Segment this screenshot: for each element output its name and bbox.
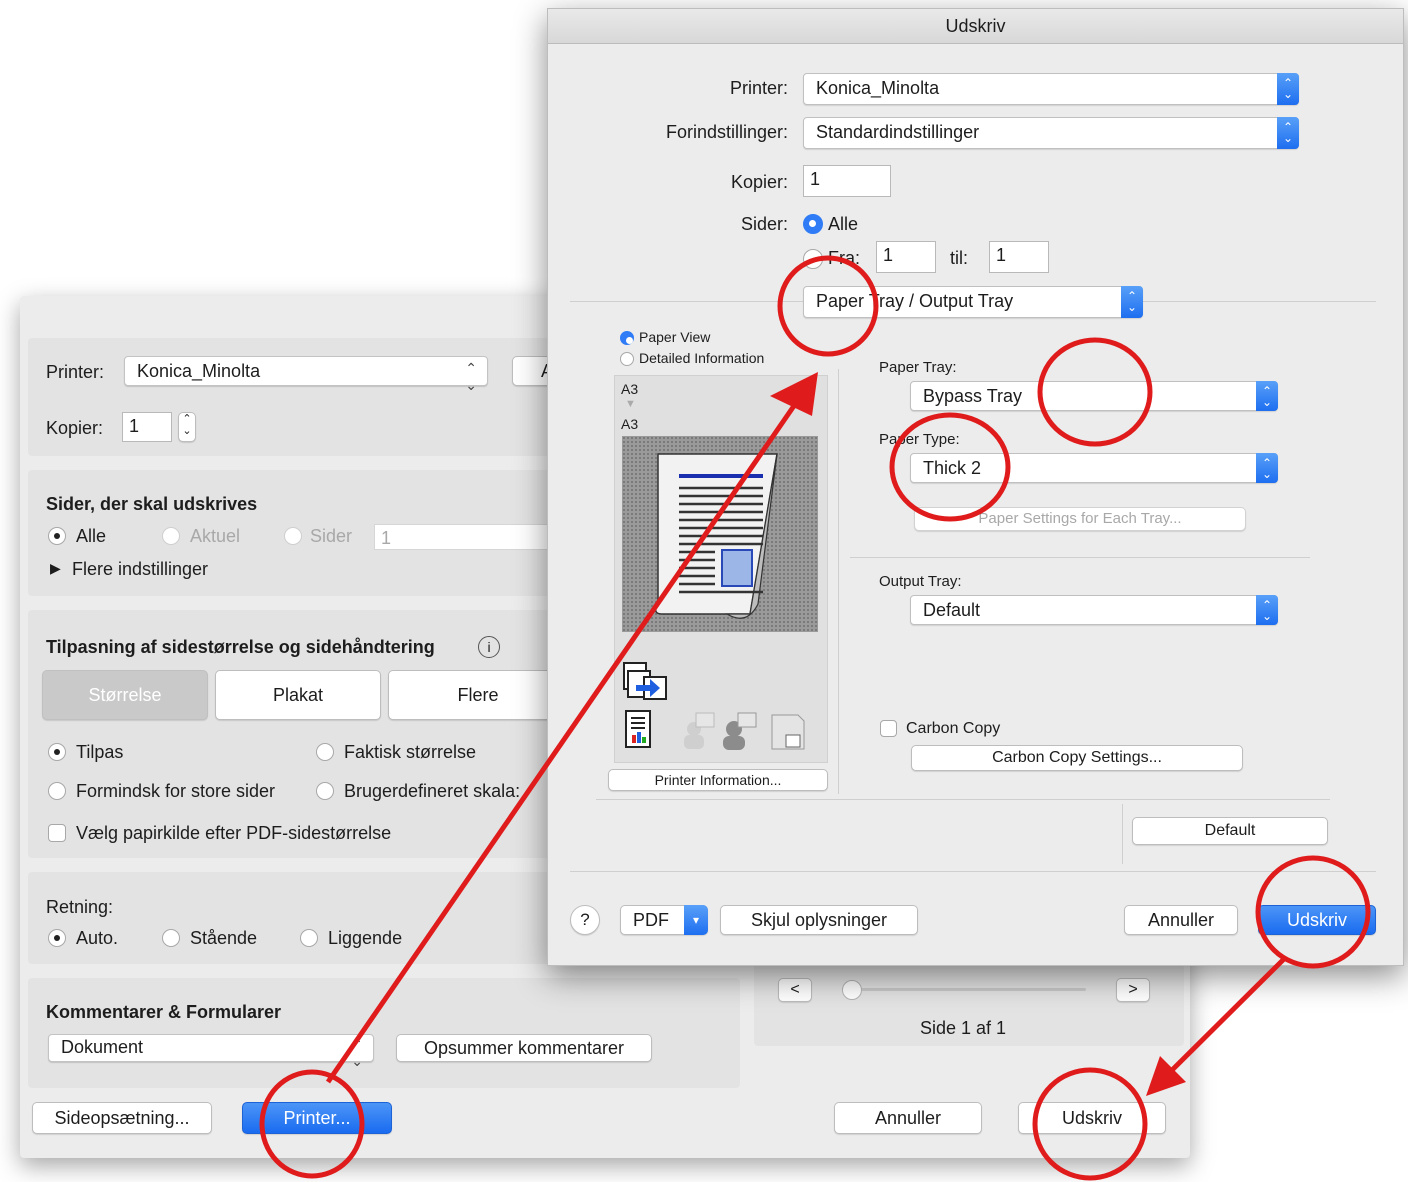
annotation-circle-printer-button: [259, 1069, 365, 1179]
annotation-circle-paper-type: [889, 412, 1011, 522]
annotation-overlay: [259, 255, 1371, 1181]
annotation-arrow-line-1: [325, 398, 801, 1084]
annotation-arrow-line-2: [1154, 956, 1287, 1088]
annotation-circle-paper-tray: [1037, 337, 1153, 447]
annotation-circle-print-back: [1032, 1067, 1148, 1181]
annotation-circle-panel: [777, 255, 879, 357]
annotation-circle-print-front: [1255, 855, 1371, 969]
